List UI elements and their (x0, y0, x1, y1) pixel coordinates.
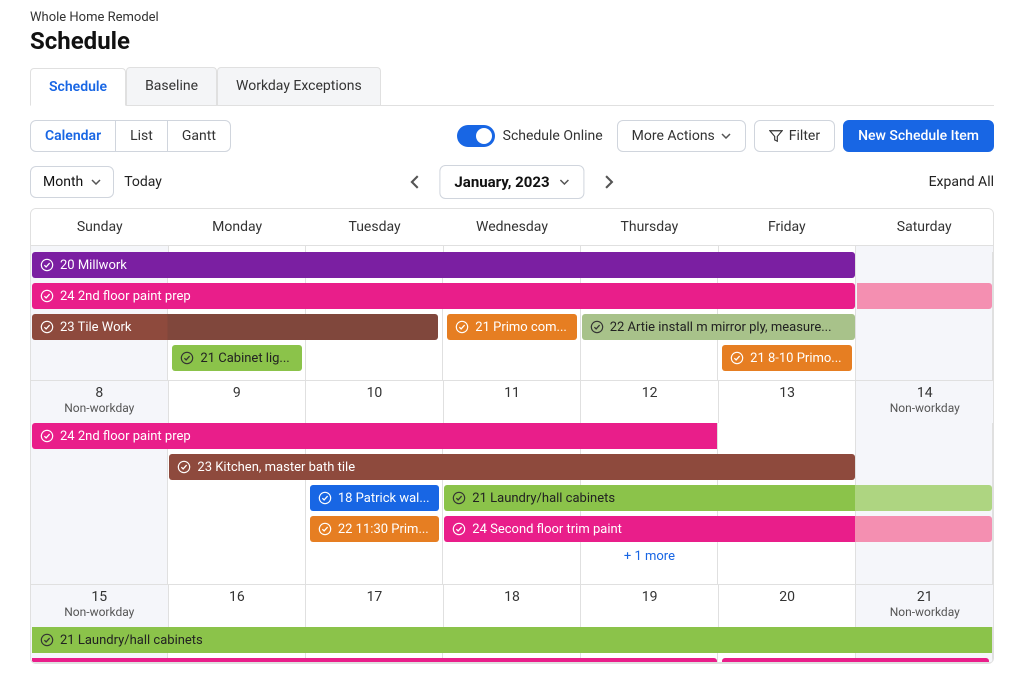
day-header: Thursday (581, 209, 718, 245)
calendar-subbar: Month Today January, 2023 Expand All (30, 166, 994, 198)
calendar-event[interactable]: 23 Kitchen, master bath tile (169, 454, 854, 480)
calendar-day-cell[interactable]: 15Non-workday (31, 585, 169, 627)
calendar-event[interactable]: 21 Primo com... (447, 314, 576, 340)
toolbar: Calendar List Gantt Schedule Online More… (30, 120, 994, 152)
view-segments: Calendar List Gantt (30, 120, 231, 152)
range-select[interactable]: Month (30, 166, 114, 198)
calendar-event[interactable]: 24 Second floor trim paint (444, 516, 992, 542)
calendar-day-cell[interactable]: 16 (169, 585, 307, 627)
calendar-event-row: 18 Patrick wal...21 Laundry/hall cabinet… (31, 485, 993, 513)
view-calendar[interactable]: Calendar (31, 121, 116, 151)
tab-workday-exceptions[interactable]: Workday Exceptions (217, 67, 381, 105)
tab-baseline[interactable]: Baseline (126, 67, 217, 105)
day-header: Sunday (31, 209, 168, 245)
check-circle-icon (730, 351, 744, 365)
calendar-event-row: 23 Tile Work 21 Primo com...22 Artie inst… (31, 314, 993, 342)
calendar-header: SundayMondayTuesdayWednesdayThursdayFrid… (31, 209, 993, 246)
more-actions-button[interactable]: More Actions (617, 120, 746, 152)
more-events-link[interactable]: + 1 more (581, 549, 718, 564)
filter-label: Filter (789, 128, 820, 144)
check-circle-icon (40, 429, 54, 443)
calendar-event[interactable]: 20 Millwork (32, 252, 855, 278)
day-header: Friday (718, 209, 855, 245)
main-tabs: Schedule Baseline Workday Exceptions (30, 67, 994, 106)
range-select-label: Month (43, 174, 83, 190)
check-circle-icon (40, 258, 54, 272)
month-select[interactable]: January, 2023 (439, 165, 584, 199)
calendar-event[interactable]: 21 Laundry/hall cabinets (32, 627, 992, 653)
calendar-event-row: 22 11:30 Prim...24 Second floor trim pai… (31, 516, 993, 544)
calendar-event[interactable]: 21 Cabinet lig... (172, 345, 301, 371)
calendar-day-cell[interactable]: 19 (581, 585, 719, 627)
calendar-event[interactable]: 21 8-10 Primo... (722, 345, 851, 371)
next-month-button[interactable] (595, 168, 623, 196)
today-button[interactable]: Today (124, 174, 162, 190)
check-circle-icon (40, 320, 54, 334)
expand-all-button[interactable]: Expand All (929, 174, 994, 190)
check-circle-icon (452, 491, 466, 505)
day-header: Tuesday (306, 209, 443, 245)
schedule-online-label: Schedule Online (503, 128, 603, 144)
calendar-day-cell[interactable]: 12 (581, 381, 719, 423)
calendar-event-row: 23 Kitchen, master bath tile (31, 454, 993, 482)
calendar-event[interactable]: 22 11:30 Prim... (310, 516, 439, 542)
calendar-event-row: 21 Laundry/hall cabinets (31, 627, 993, 655)
view-list[interactable]: List (116, 121, 168, 151)
month-label: January, 2023 (454, 173, 549, 191)
calendar-day-cell[interactable]: 20 (719, 585, 857, 627)
chevron-left-icon (410, 175, 420, 189)
calendar-event[interactable]: 22 Artie install m mirror ply, measure..… (582, 314, 855, 340)
chevron-down-icon (91, 179, 101, 185)
calendar-day-cell[interactable]: 8Non-workday (31, 381, 169, 423)
schedule-online-toggle[interactable] (457, 125, 495, 147)
calendar-day-cell[interactable]: 17 (306, 585, 444, 627)
breadcrumb: Whole Home Remodel (30, 10, 994, 25)
check-circle-icon (180, 351, 194, 365)
calendar-day-cell[interactable]: 10 (306, 381, 444, 423)
prev-month-button[interactable] (401, 168, 429, 196)
chevron-right-icon (604, 175, 614, 189)
calendar-event[interactable]: 21 Laundry/hall cabinets (444, 485, 992, 511)
check-circle-icon (590, 320, 604, 334)
tab-schedule[interactable]: Schedule (30, 68, 126, 106)
calendar-event-row: 24 2nd floor paint prep (31, 283, 993, 311)
check-circle-icon (452, 522, 466, 536)
more-actions-label: More Actions (632, 128, 715, 144)
calendar-day-cell[interactable]: 14Non-workday (856, 381, 993, 423)
check-circle-icon (40, 289, 54, 303)
chevron-down-icon (560, 179, 570, 185)
check-circle-icon (40, 633, 54, 647)
day-header: Monday (168, 209, 305, 245)
calendar-event-row: 21 Cabinet lig... 21 8-10 Primo... (31, 345, 993, 373)
calendar-event[interactable] (857, 283, 992, 309)
new-schedule-item-button[interactable]: New Schedule Item (843, 120, 994, 152)
calendar-event[interactable]: 24 Second floor trim paint (32, 658, 717, 663)
calendar-event-row: 20 Millwork (31, 252, 993, 280)
filter-icon (769, 129, 783, 143)
calendar-body: 20 Millwork 24 2nd floor paint prep 23 Til… (31, 246, 993, 663)
calendar-event-row: 24 2nd floor paint prep (31, 423, 993, 451)
calendar-event-row: 24 Second floor trim paint 24 1st floor p… (31, 658, 993, 663)
calendar-event[interactable]: 24 1st floor paint prep (722, 658, 989, 663)
day-header: Saturday (856, 209, 993, 245)
page-title: Schedule (30, 27, 994, 55)
check-circle-icon (455, 320, 469, 334)
view-gantt[interactable]: Gantt (168, 121, 230, 151)
day-header: Wednesday (443, 209, 580, 245)
check-circle-icon (318, 491, 332, 505)
calendar-day-cell[interactable]: 11 (444, 381, 582, 423)
chevron-down-icon (721, 133, 731, 139)
calendar-event[interactable]: 18 Patrick wal... (310, 485, 439, 511)
check-circle-icon (177, 460, 191, 474)
calendar-day-cell[interactable]: 13 (719, 381, 857, 423)
calendar-day-cell[interactable]: 18 (444, 585, 582, 627)
calendar-event[interactable]: 24 2nd floor paint prep (32, 283, 855, 309)
calendar-event[interactable]: 24 2nd floor paint prep (32, 423, 717, 449)
calendar: SundayMondayTuesdayWednesdayThursdayFrid… (30, 208, 994, 664)
calendar-event[interactable]: 23 Tile Work (32, 314, 438, 340)
check-circle-icon (318, 522, 332, 536)
calendar-day-cell[interactable]: 9 (169, 381, 307, 423)
calendar-day-cell[interactable]: 21Non-workday (856, 585, 993, 627)
filter-button[interactable]: Filter (754, 120, 835, 152)
